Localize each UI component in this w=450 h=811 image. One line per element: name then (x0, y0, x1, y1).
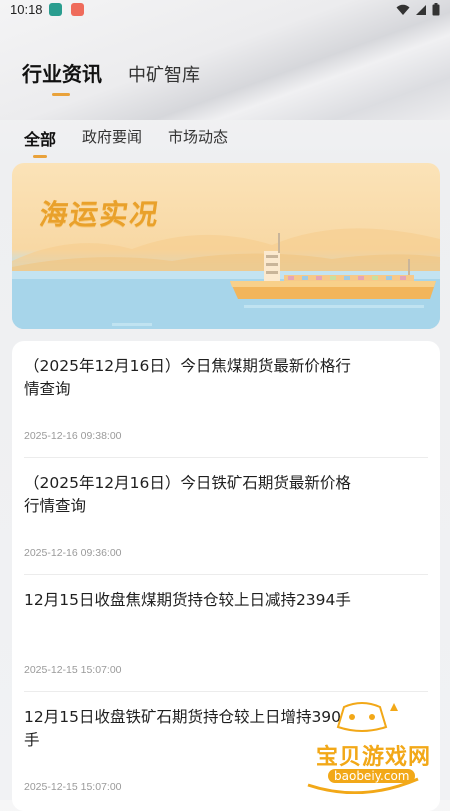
subtab-all[interactable]: 全部 (24, 126, 56, 158)
banner-title: 海运实况 (37, 198, 163, 231)
news-list: （2025年12月16日）今日焦煤期货最新价格行情查询 2025-12-16 0… (12, 341, 440, 811)
news-item[interactable]: 12月15日收盘铁矿石期货持仓较上日增持3908手 2025-12-15 15:… (24, 692, 428, 808)
subtab-government[interactable]: 政府要闻 (82, 126, 142, 150)
tab-think-tank[interactable]: 中矿智库 (128, 61, 200, 87)
news-date: 2025-12-15 15:07:00 (24, 664, 122, 676)
news-title: 12月15日收盘焦煤期货持仓较上日减持2394手 (24, 591, 351, 609)
news-item[interactable]: 12月15日收盘焦煤期货持仓较上日减持2394手 2025-12-15 15:0… (24, 575, 428, 692)
wifi-icon (396, 4, 410, 15)
news-item[interactable]: （2025年12月16日）今日铁矿石期货最新价格行情查询 2025-12-16 … (24, 458, 428, 575)
banner-illustration (12, 228, 440, 329)
news-title: 12月15日收盘铁矿石期货持仓较上日增持3908手 (24, 708, 351, 749)
battery-icon (432, 3, 440, 16)
news-item[interactable]: （2025年12月16日）今日焦煤期货最新价格行情查询 2025-12-16 0… (24, 341, 428, 458)
home-app-icon (49, 3, 62, 16)
status-icons (396, 3, 440, 16)
subtab-market[interactable]: 市场动态 (168, 126, 228, 150)
news-date: 2025-12-15 15:07:00 (24, 781, 122, 793)
top-tabs: 行业资讯 中矿智库 (22, 58, 200, 96)
news-date: 2025-12-16 09:38:00 (24, 430, 122, 442)
shipping-banner[interactable]: 海运实况 (12, 163, 440, 329)
status-time: 10:18 (10, 2, 43, 17)
heart-app-icon (71, 3, 84, 16)
news-title: （2025年12月16日）今日铁矿石期货最新价格行情查询 (24, 474, 351, 515)
news-date: 2025-12-16 09:36:00 (24, 547, 122, 559)
tab-industry-news[interactable]: 行业资讯 (22, 58, 102, 96)
sub-tabs: 全部 政府要闻 市场动态 (24, 126, 228, 158)
news-title: （2025年12月16日）今日焦煤期货最新价格行情查询 (24, 357, 351, 398)
signal-icon (416, 4, 426, 15)
status-bar: 10:18 (0, 0, 450, 22)
